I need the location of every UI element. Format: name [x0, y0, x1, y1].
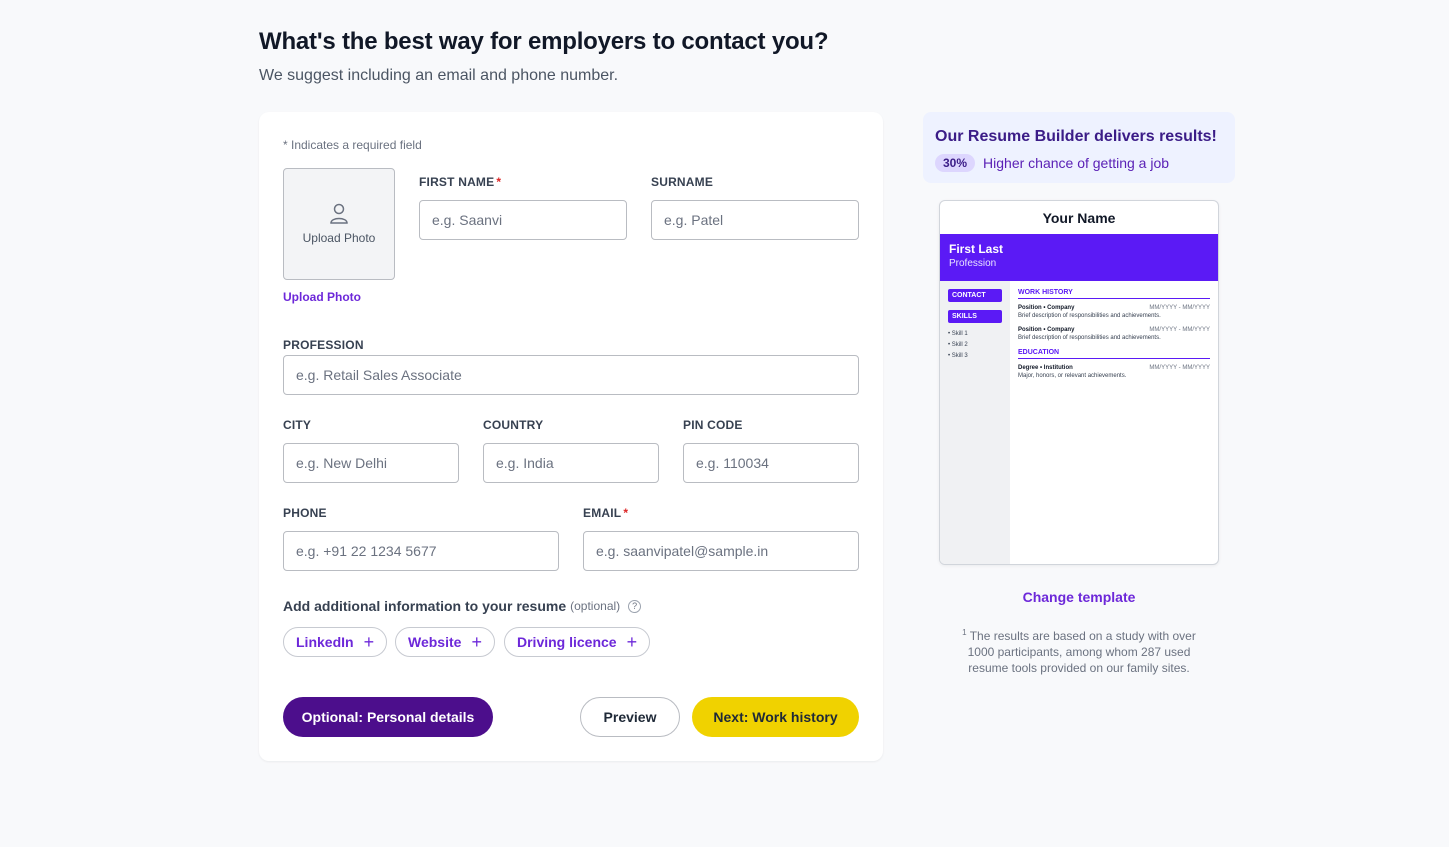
template-skill-item: • Skill 1: [948, 331, 968, 337]
country-label: COUNTRY: [483, 418, 544, 432]
first-name-input[interactable]: [419, 200, 627, 240]
pin-code-input[interactable]: [683, 443, 859, 483]
template-job-dates: MM/YYYY - MM/YYYY: [1149, 327, 1210, 333]
preview-button[interactable]: Preview: [580, 697, 680, 737]
template-skill-item: • Skill 2: [948, 342, 968, 348]
phone-input[interactable]: [283, 531, 559, 571]
template-body: CONTACT SKILLS • Skill 1 • Skill 2 • Ski…: [940, 281, 1218, 564]
next-work-history-button[interactable]: Next: Work history: [692, 697, 859, 737]
template-job-row: Position • Company MM/YYYY - MM/YYYY: [1018, 305, 1210, 311]
chip-label: Driving licence: [517, 634, 617, 650]
promo-title: Our Resume Builder delivers results!: [935, 128, 1217, 145]
template-job-desc: Brief description of responsibilities an…: [1018, 335, 1161, 341]
template-header: First Last Profession: [940, 234, 1218, 281]
template-profession: Profession: [949, 258, 997, 269]
upload-photo-link[interactable]: Upload Photo: [283, 290, 361, 304]
plus-icon: +: [363, 632, 375, 652]
template-job-row: Position • Company MM/YYYY - MM/YYYY: [1018, 327, 1210, 333]
percent-badge: 30%: [935, 154, 976, 172]
template-job-title: Position • Company: [1018, 305, 1075, 311]
personal-details-button[interactable]: Optional: Personal details: [283, 697, 493, 737]
results-promo: Our Resume Builder delivers results! 30%…: [923, 112, 1235, 183]
template-edu-desc: Major, honors, or relevant achievements.: [1018, 373, 1127, 379]
template-edu-dates: MM/YYYY - MM/YYYY: [1149, 365, 1210, 371]
photo-upload-box[interactable]: Upload Photo: [283, 168, 395, 280]
template-your-name: Your Name: [1042, 209, 1116, 226]
template-education-heading: EDUCATION: [1018, 349, 1210, 359]
template-main: WORK HISTORY Position • Company MM/YYYY -…: [1010, 281, 1218, 564]
first-name-label: FIRST NAME *: [419, 175, 501, 189]
email-label: EMAIL *: [583, 506, 628, 520]
template-sidebar: CONTACT SKILLS • Skill 1 • Skill 2 • Ski…: [940, 281, 1010, 564]
pin-code-label: PIN CODE: [683, 418, 743, 432]
surname-input[interactable]: [651, 200, 859, 240]
optional-label: (optional): [570, 599, 621, 613]
country-input[interactable]: [483, 443, 659, 483]
template-job-desc: Brief description of responsibilities an…: [1018, 313, 1161, 319]
template-job-title: Position • Company: [1018, 327, 1075, 333]
chip-label: Website: [408, 634, 462, 650]
user-icon: [330, 203, 348, 224]
plus-icon: +: [471, 632, 482, 652]
additional-info-heading: Add additional information to your resum…: [283, 598, 642, 614]
footnote-text: The results are based on a study with ov…: [966, 629, 1196, 675]
chip-label: LinkedIn: [296, 634, 354, 650]
profession-label: PROFESSION: [283, 338, 364, 352]
page-subtitle: We suggest including an email and phone …: [259, 67, 619, 84]
required-star: *: [623, 506, 629, 520]
promo-text: Higher chance of getting a job: [983, 155, 1170, 171]
additional-info-label: Add additional information to your resum…: [283, 598, 567, 614]
template-job-dates: MM/YYYY - MM/YYYY: [1149, 305, 1210, 311]
add-linkedin-chip[interactable]: LinkedIn +: [283, 627, 388, 657]
email-label-text: EMAIL: [583, 506, 622, 520]
add-driving-licence-chip[interactable]: Driving licence +: [504, 627, 651, 657]
contact-form-card: * Indicates a required field Upload Phot…: [259, 112, 883, 761]
required-field-note: * Indicates a required field: [283, 138, 422, 152]
template-edu-title: Degree • Institution: [1018, 365, 1073, 371]
surname-label: SURNAME: [651, 175, 714, 189]
city-input[interactable]: [283, 443, 459, 483]
template-skill-item: • Skill 3: [948, 353, 968, 359]
phone-label: PHONE: [283, 506, 327, 520]
template-edu-row: Degree • Institution MM/YYYY - MM/YYYY: [1018, 365, 1210, 371]
study-footnote: 1 The results are based on a study with …: [955, 625, 1203, 676]
city-label: CITY: [283, 418, 312, 432]
page-title: What's the best way for employers to con…: [259, 28, 829, 55]
promo-row: 30% Higher chance of getting a job: [935, 154, 1223, 172]
change-template-link[interactable]: Change template: [939, 589, 1219, 605]
add-website-chip[interactable]: Website +: [395, 627, 495, 657]
resume-template-preview[interactable]: Your Name First Last Profession CONTACT …: [939, 200, 1219, 565]
photo-box-label: Upload Photo: [302, 231, 376, 245]
template-contact-heading: CONTACT: [948, 289, 1002, 302]
profession-input[interactable]: [283, 355, 859, 395]
template-skills-heading: SKILLS: [948, 310, 1002, 323]
required-star: *: [496, 175, 502, 189]
template-work-history-heading: WORK HISTORY: [1018, 289, 1210, 299]
plus-icon: +: [626, 632, 638, 652]
first-name-label-text: FIRST NAME: [419, 175, 495, 189]
email-input[interactable]: [583, 531, 859, 571]
help-icon[interactable]: ?: [628, 599, 642, 613]
template-first-last: First Last: [949, 242, 1004, 256]
